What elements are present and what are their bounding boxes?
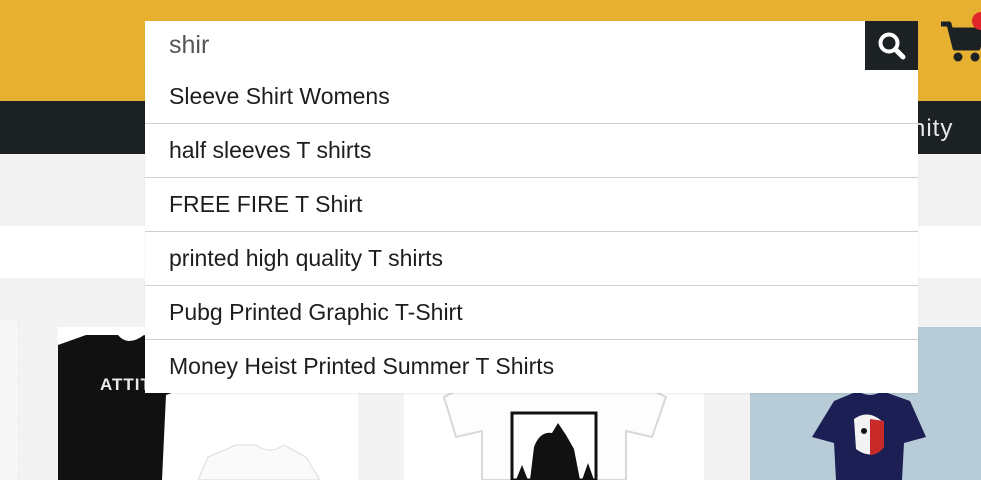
search-suggestion[interactable]: half sleeves T shirts [145, 124, 918, 178]
search-suggestion[interactable]: Pubg Printed Graphic T-Shirt [145, 286, 918, 340]
search-suggestions-list: Sleeve Shirt Womens half sleeves T shirt… [145, 70, 918, 393]
search-suggestion[interactable]: FREE FIRE T Shirt [145, 178, 918, 232]
search-suggestion[interactable]: Money Heist Printed Summer T Shirts [145, 340, 918, 393]
side-strip [0, 320, 19, 480]
search-input[interactable] [145, 21, 865, 70]
search-button[interactable] [865, 21, 918, 70]
search-icon [878, 32, 906, 60]
nav-item-partial[interactable]: nity [912, 115, 953, 143]
search-suggestion[interactable]: Sleeve Shirt Womens [145, 70, 918, 124]
search-bar [145, 21, 918, 70]
search-suggestion[interactable]: printed high quality T shirts [145, 232, 918, 286]
